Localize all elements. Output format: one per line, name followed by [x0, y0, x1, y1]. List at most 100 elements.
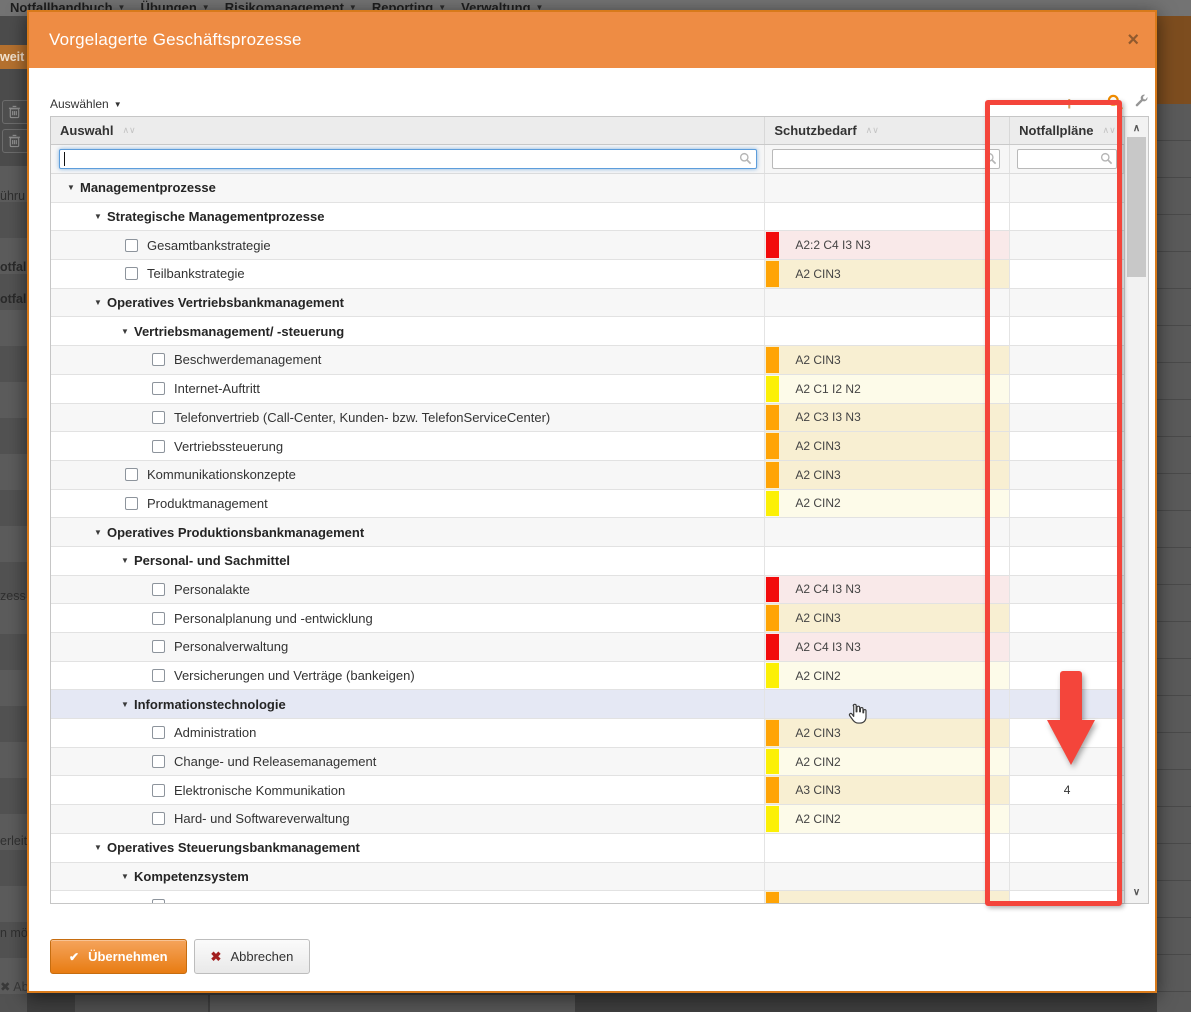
- row-checkbox[interactable]: [152, 812, 165, 825]
- table-row[interactable]: ▼Managementprozesse: [51, 174, 1124, 203]
- table-row[interactable]: Change- und ReleasemanagementA2 CIN2: [51, 748, 1124, 777]
- table-row[interactable]: Elektronische KommunikationA3 CIN34: [51, 776, 1124, 805]
- table-row[interactable]: BeschwerdemanagementA2 CIN3: [51, 346, 1124, 375]
- sort-icon[interactable]: ∧∨: [866, 125, 879, 136]
- table-row[interactable]: VertriebssteuerungA2 CIN3: [51, 432, 1124, 461]
- background-text-fragment: weit: [0, 45, 27, 69]
- table-row[interactable]: ▼Informationstechnologie: [51, 690, 1124, 719]
- table-row[interactable]: GesamtbankstrategieA2:2 C4 I3 N3: [51, 231, 1124, 260]
- table-row[interactable]: PersonalverwaltungA2 C4 I3 N3: [51, 633, 1124, 662]
- table-row[interactable]: Hard- und SoftwareverwaltungA2 CIN2: [51, 805, 1124, 834]
- close-icon[interactable]: ×: [1127, 30, 1139, 50]
- schutzbedarf-cell: A2:2 C4 I3 N3: [765, 231, 1010, 259]
- cancel-button[interactable]: ✖ Abbrechen: [194, 939, 311, 974]
- process-label: Kommunikationskonzepte: [147, 467, 296, 482]
- table-row[interactable]: ProduktmanagementA2 CIN2: [51, 490, 1124, 519]
- process-label: Personalplanung und -entwicklung: [174, 611, 373, 626]
- sort-icon[interactable]: ∧∨: [122, 125, 135, 136]
- modal-footer: ✔ Übernehmen ✖ Abbrechen: [50, 939, 310, 974]
- row-checkbox[interactable]: [152, 411, 165, 424]
- expand-caret-icon[interactable]: ▼: [121, 556, 134, 565]
- wrench-icon[interactable]: [1134, 94, 1149, 114]
- table-row[interactable]: ▼Strategische Managementprozesse: [51, 203, 1124, 232]
- process-label: Vertriebsmanagement/ -steuerung: [134, 324, 344, 339]
- schutzbedarf-value: A2 CIN3: [795, 726, 840, 740]
- table-row[interactable]: ▼Kompetenzsystem: [51, 863, 1124, 892]
- row-checkbox[interactable]: [125, 468, 138, 481]
- schutzbedarf-value: A2 CIN3: [795, 267, 840, 281]
- table-row[interactable]: Telefonvertrieb (Call-Center, Kunden- bz…: [51, 404, 1124, 433]
- row-checkbox[interactable]: [152, 669, 165, 682]
- process-label: Change- und Releasemanagement: [174, 754, 376, 769]
- expand-caret-icon[interactable]: ▼: [121, 700, 134, 709]
- severity-color-block: [766, 405, 779, 431]
- mouse-cursor-icon: [845, 702, 867, 731]
- schutzbedarf-value: A3 CIN3: [795, 783, 840, 797]
- row-checkbox[interactable]: [152, 353, 165, 366]
- expand-caret-icon[interactable]: ▼: [67, 183, 80, 192]
- row-checkbox[interactable]: [152, 755, 165, 768]
- schutzbedarf-cell: A2 C1 I2 N2: [765, 375, 1010, 403]
- annotation-arrow-icon: [1047, 671, 1095, 765]
- schutzbedarf-cell: [765, 174, 1010, 202]
- row-checkbox[interactable]: [152, 784, 165, 797]
- severity-color-block: [766, 892, 779, 903]
- schutzbedarf-cell: A2 CIN2: [765, 662, 1010, 690]
- table-row[interactable]: ▼Personal- und Sachmittel: [51, 547, 1124, 576]
- background-button: [75, 995, 208, 1012]
- row-checkbox[interactable]: [125, 239, 138, 252]
- filter-input-auswahl[interactable]: [59, 149, 757, 169]
- table-row[interactable]: Versicherungen und Verträge (bankeigen)A…: [51, 662, 1124, 691]
- row-checkbox[interactable]: [125, 267, 138, 280]
- row-checkbox[interactable]: [152, 899, 165, 903]
- expand-caret-icon[interactable]: ▼: [121, 327, 134, 336]
- table-row[interactable]: AdministrationA2 CIN3: [51, 719, 1124, 748]
- table-row[interactable]: ▼Operatives Steuerungsbankmanagement: [51, 834, 1124, 863]
- row-checkbox[interactable]: [152, 440, 165, 453]
- schutzbedarf-cell: A2 C4 I3 N3: [765, 633, 1010, 661]
- background-page-right: [1157, 10, 1191, 1012]
- severity-color-block: [766, 577, 779, 603]
- expand-caret-icon[interactable]: ▼: [94, 528, 107, 537]
- scroll-up-icon[interactable]: ∧: [1125, 119, 1148, 137]
- column-header-schutzbedarf[interactable]: Schutzbedarf ∧∨: [765, 117, 1010, 144]
- filter-input-schutzbedarf[interactable]: [772, 149, 1000, 169]
- row-checkbox[interactable]: [152, 382, 165, 395]
- schutzbedarf-cell: [765, 834, 1010, 862]
- expand-caret-icon[interactable]: ▼: [94, 298, 107, 307]
- severity-color-block: [766, 777, 779, 803]
- scrollbar[interactable]: ∧ ∨: [1124, 117, 1148, 903]
- expand-caret-icon[interactable]: ▼: [94, 212, 107, 221]
- table-row[interactable]: PersonalakteA2 C4 I3 N3: [51, 576, 1124, 605]
- column-header-auswahl[interactable]: Auswahl ∧∨: [51, 117, 765, 144]
- expand-caret-icon[interactable]: ▼: [94, 843, 107, 852]
- schutzbedarf-cell: A2 CIN2: [765, 490, 1010, 518]
- severity-color-block: [766, 491, 779, 517]
- row-checkbox[interactable]: [152, 640, 165, 653]
- background-text-fragment: ✖ Ab: [0, 977, 27, 997]
- text-caret: [64, 152, 65, 166]
- schutzbedarf-value: A2 CIN2: [795, 812, 840, 826]
- expand-caret-icon[interactable]: ▼: [121, 872, 134, 881]
- table-row[interactable]: [51, 891, 1124, 903]
- background-rows: [1157, 104, 1191, 1012]
- row-checkbox[interactable]: [125, 497, 138, 510]
- row-checkbox[interactable]: [152, 726, 165, 739]
- table-row[interactable]: KommunikationskonzepteA2 CIN3: [51, 461, 1124, 490]
- background-text-fragment: otfall: [0, 289, 27, 309]
- apply-button[interactable]: ✔ Übernehmen: [50, 939, 187, 974]
- scroll-down-icon[interactable]: ∨: [1125, 883, 1148, 901]
- process-label: Beschwerdemanagement: [174, 352, 321, 367]
- table-row[interactable]: ▼Vertriebsmanagement/ -steuerung: [51, 317, 1124, 346]
- table-row[interactable]: ▼Operatives Vertriebsbankmanagement: [51, 289, 1124, 318]
- annotation-highlight-rectangle: [985, 100, 1122, 906]
- scrollbar-thumb[interactable]: [1127, 137, 1146, 277]
- table-row[interactable]: Personalplanung und -entwicklungA2 CIN3: [51, 604, 1124, 633]
- select-dropdown[interactable]: Auswählen ▼: [50, 97, 122, 111]
- row-checkbox[interactable]: [152, 612, 165, 625]
- table-row[interactable]: TeilbankstrategieA2 CIN3: [51, 260, 1124, 289]
- table-row[interactable]: ▼Operatives Produktionsbankmanagement: [51, 518, 1124, 547]
- table-row[interactable]: Internet-AuftrittA2 C1 I2 N2: [51, 375, 1124, 404]
- schutzbedarf-cell: A2 CIN2: [765, 805, 1010, 833]
- row-checkbox[interactable]: [152, 583, 165, 596]
